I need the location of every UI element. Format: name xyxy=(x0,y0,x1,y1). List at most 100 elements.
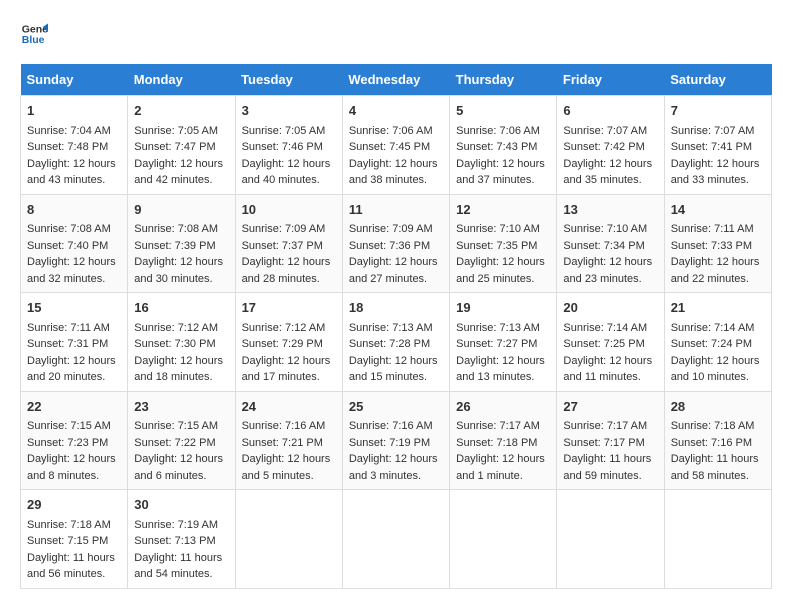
calendar-cell: 1Sunrise: 7:04 AMSunset: 7:48 PMDaylight… xyxy=(21,96,128,195)
calendar-cell: 12 Sunrise: 7:10 AM Sunset: 7:35 PM Dayligh… xyxy=(450,194,557,293)
daylight-text: Daylight: 12 hours and 38 minutes. xyxy=(349,158,438,187)
sunset-text: Sunset: 7:21 PM xyxy=(242,437,323,449)
daylight-text: Daylight: 12 hours and 28 minutes. xyxy=(242,256,331,285)
sunrise-text: Sunrise: 7:09 AM xyxy=(349,223,433,235)
daylight-text: Daylight: 12 hours and 20 minutes. xyxy=(27,355,116,384)
svg-text:Blue: Blue xyxy=(22,34,45,46)
sunrise-text: Sunrise: 7:08 AM xyxy=(27,223,111,235)
daylight-text: Daylight: 12 hours and 13 minutes. xyxy=(456,355,545,384)
calendar-cell: 17 Sunrise: 7:12 AM Sunset: 7:29 PM Dayligh… xyxy=(235,293,342,392)
calendar-cell: 19Sunrise: 7:13 AMSunset: 7:27 PMDayligh… xyxy=(450,293,557,392)
sunset-text: Sunset: 7:35 PM xyxy=(456,240,537,252)
sunrise-text: Sunrise: 7:17 AM xyxy=(456,420,540,432)
sunset-text: Sunset: 7:29 PM xyxy=(242,338,323,350)
day-number: 24 xyxy=(242,397,336,417)
sunrise-text: Sunrise: 7:18 AM xyxy=(671,420,755,432)
page-header: General Blue xyxy=(20,20,772,48)
daylight-text: Daylight: 12 hours and 42 minutes. xyxy=(134,158,223,187)
day-number: 9 xyxy=(134,200,228,220)
calendar-cell: 27Sunrise: 7:17 AMSunset: 7:17 PMDayligh… xyxy=(557,391,664,490)
day-number: 23 xyxy=(134,397,228,417)
daylight-text: Daylight: 12 hours and 40 minutes. xyxy=(242,158,331,187)
weekday-header-monday: Monday xyxy=(128,64,235,96)
sunrise-text: Sunrise: 7:13 AM xyxy=(349,322,433,334)
calendar-cell xyxy=(450,490,557,589)
calendar-cell xyxy=(342,490,449,589)
daylight-text: Daylight: 12 hours and 32 minutes. xyxy=(27,256,116,285)
weekday-header-friday: Friday xyxy=(557,64,664,96)
sunrise-text: Sunrise: 7:05 AM xyxy=(134,125,218,137)
sunset-text: Sunset: 7:36 PM xyxy=(349,240,430,252)
sunset-text: Sunset: 7:25 PM xyxy=(563,338,644,350)
daylight-text: Daylight: 12 hours and 8 minutes. xyxy=(27,453,116,482)
daylight-text: Daylight: 12 hours and 25 minutes. xyxy=(456,256,545,285)
daylight-text: Daylight: 12 hours and 35 minutes. xyxy=(563,158,652,187)
daylight-text: Daylight: 12 hours and 33 minutes. xyxy=(671,158,760,187)
day-number: 30 xyxy=(134,495,228,515)
calendar-cell: 6Sunrise: 7:07 AMSunset: 7:42 PMDaylight… xyxy=(557,96,664,195)
sunrise-text: Sunrise: 7:18 AM xyxy=(27,519,111,531)
sunset-text: Sunset: 7:15 PM xyxy=(27,535,108,547)
daylight-text: Daylight: 12 hours and 6 minutes. xyxy=(134,453,223,482)
calendar-cell: 10 Sunrise: 7:09 AM Sunset: 7:37 PM Dayligh… xyxy=(235,194,342,293)
sunrise-text: Sunrise: 7:12 AM xyxy=(242,322,326,334)
sunset-text: Sunset: 7:48 PM xyxy=(27,141,108,153)
day-number: 19 xyxy=(456,298,550,318)
daylight-text: Daylight: 12 hours and 22 minutes. xyxy=(671,256,760,285)
sunrise-text: Sunrise: 7:11 AM xyxy=(27,322,110,334)
calendar-cell: 15 Sunrise: 7:11 AM Sunset: 7:31 PM Dayligh… xyxy=(21,293,128,392)
sunset-text: Sunset: 7:45 PM xyxy=(349,141,430,153)
daylight-text: Daylight: 12 hours and 17 minutes. xyxy=(242,355,331,384)
day-number: 27 xyxy=(563,397,657,417)
day-number: 14 xyxy=(671,200,765,220)
calendar-cell: 18Sunrise: 7:13 AMSunset: 7:28 PMDayligh… xyxy=(342,293,449,392)
daylight-text: Daylight: 11 hours and 54 minutes. xyxy=(134,552,222,581)
sunset-text: Sunset: 7:42 PM xyxy=(563,141,644,153)
weekday-header-sunday: Sunday xyxy=(21,64,128,96)
daylight-text: Daylight: 11 hours and 59 minutes. xyxy=(563,453,651,482)
day-number: 8 xyxy=(27,200,121,220)
sunrise-text: Sunrise: 7:07 AM xyxy=(563,125,647,137)
calendar-cell xyxy=(235,490,342,589)
day-number: 7 xyxy=(671,101,765,121)
calendar-cell: 13Sunrise: 7:10 AMSunset: 7:34 PMDayligh… xyxy=(557,194,664,293)
day-number: 28 xyxy=(671,397,765,417)
daylight-text: Daylight: 12 hours and 5 minutes. xyxy=(242,453,331,482)
calendar-cell: 2Sunrise: 7:05 AMSunset: 7:47 PMDaylight… xyxy=(128,96,235,195)
sunset-text: Sunset: 7:18 PM xyxy=(456,437,537,449)
sunset-text: Sunset: 7:31 PM xyxy=(27,338,108,350)
daylight-text: Daylight: 12 hours and 23 minutes. xyxy=(563,256,652,285)
sunrise-text: Sunrise: 7:08 AM xyxy=(134,223,218,235)
weekday-header-thursday: Thursday xyxy=(450,64,557,96)
calendar-cell: 8Sunrise: 7:08 AMSunset: 7:40 PMDaylight… xyxy=(21,194,128,293)
day-number: 5 xyxy=(456,101,550,121)
sunset-text: Sunset: 7:37 PM xyxy=(242,240,323,252)
sunrise-text: Sunrise: 7:09 AM xyxy=(242,223,326,235)
calendar-cell: 24Sunrise: 7:16 AMSunset: 7:21 PMDayligh… xyxy=(235,391,342,490)
daylight-text: Daylight: 12 hours and 1 minute. xyxy=(456,453,545,482)
logo: General Blue xyxy=(20,20,48,48)
sunset-text: Sunset: 7:34 PM xyxy=(563,240,644,252)
calendar-cell: 3Sunrise: 7:05 AMSunset: 7:46 PMDaylight… xyxy=(235,96,342,195)
sunrise-text: Sunrise: 7:10 AM xyxy=(456,223,540,235)
day-number: 12 xyxy=(456,200,550,220)
daylight-text: Daylight: 12 hours and 18 minutes. xyxy=(134,355,223,384)
daylight-text: Daylight: 12 hours and 30 minutes. xyxy=(134,256,223,285)
sunrise-text: Sunrise: 7:06 AM xyxy=(456,125,540,137)
sunrise-text: Sunrise: 7:07 AM xyxy=(671,125,755,137)
sunset-text: Sunset: 7:41 PM xyxy=(671,141,752,153)
day-number: 1 xyxy=(27,101,121,121)
calendar-cell: 4Sunrise: 7:06 AMSunset: 7:45 PMDaylight… xyxy=(342,96,449,195)
sunrise-text: Sunrise: 7:15 AM xyxy=(134,420,218,432)
day-number: 17 xyxy=(242,298,336,318)
day-number: 16 xyxy=(134,298,228,318)
weekday-header-saturday: Saturday xyxy=(664,64,771,96)
calendar-cell: 30Sunrise: 7:19 AMSunset: 7:13 PMDayligh… xyxy=(128,490,235,589)
day-number: 15 xyxy=(27,298,121,318)
daylight-text: Daylight: 11 hours and 56 minutes. xyxy=(27,552,115,581)
daylight-text: Daylight: 12 hours and 37 minutes. xyxy=(456,158,545,187)
day-number: 25 xyxy=(349,397,443,417)
day-number: 10 xyxy=(242,200,336,220)
sunrise-text: Sunrise: 7:10 AM xyxy=(563,223,647,235)
weekday-header-wednesday: Wednesday xyxy=(342,64,449,96)
